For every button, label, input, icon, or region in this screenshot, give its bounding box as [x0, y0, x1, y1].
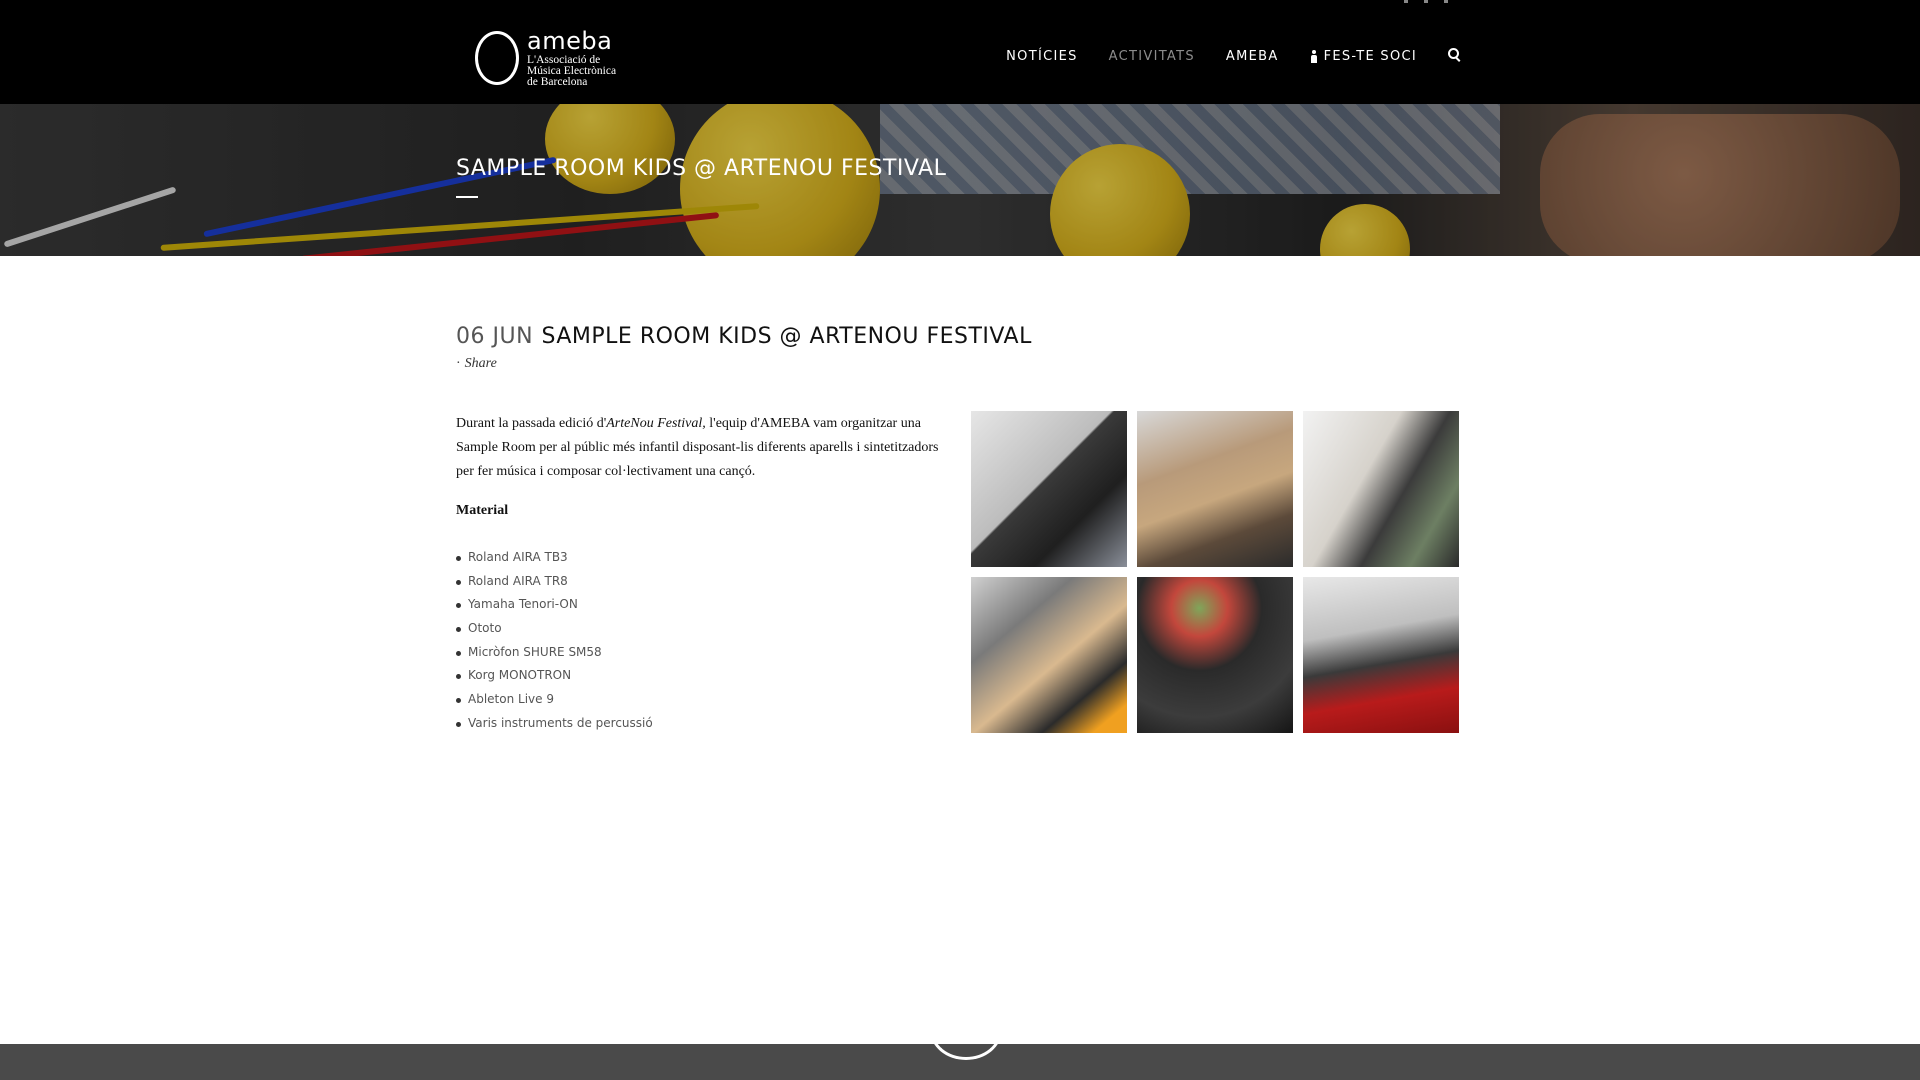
search-button[interactable] [1448, 48, 1461, 65]
nav-item-label: FES-TE SOCI [1323, 49, 1417, 64]
header-social-icons [1404, 0, 1448, 3]
list-item: Ototo [456, 617, 653, 641]
list-item: Korg MONOTRON [456, 664, 653, 688]
post-date: 06 JUN [456, 324, 534, 349]
hero-title: SAMPLE ROOM KIDS @ ARTENOU FESTIVAL [456, 156, 947, 181]
hero-banner: SAMPLE ROOM KIDS @ ARTENOU FESTIVAL [0, 104, 1920, 256]
material-heading: Material [456, 503, 509, 518]
nav-item-fes-te-soci[interactable]: FES-TE SOCI [1310, 49, 1417, 64]
hero-overlay [0, 104, 1920, 256]
site-logo[interactable]: ameba L'Associació de Música Electrònica… [475, 26, 645, 90]
logo-subtitle-line: Música Electrònica [527, 64, 617, 77]
post-intro: Durant la passada edició d'ArteNou Festi… [456, 412, 946, 484]
list-item: Roland AIRA TB3 [456, 546, 653, 570]
gallery-thumbnail[interactable] [1303, 411, 1459, 567]
list-item: Roland AIRA TR8 [456, 570, 653, 594]
gallery-thumbnail[interactable] [1137, 411, 1293, 567]
logo-name: ameba [527, 26, 613, 55]
list-item: Ableton Live 9 [456, 688, 653, 712]
share-label: Share [464, 356, 497, 371]
post-heading: 06 JUN SAMPLE ROOM KIDS @ ARTENOU FESTIV… [456, 324, 1032, 349]
search-icon [1448, 48, 1461, 61]
social-icon[interactable] [1444, 0, 1448, 3]
footer-logo-icon[interactable] [930, 1000, 1002, 1060]
logo-subtitle-line: de Barcelona [527, 75, 588, 88]
logo-ring-icon [475, 31, 519, 85]
bullet-icon: · [456, 356, 461, 371]
photo-gallery [971, 411, 1459, 733]
intro-text: Durant la passada edició d' [456, 416, 607, 431]
gallery-thumbnail[interactable] [1137, 577, 1293, 733]
intro-festival-name: ArteNou Festival, [606, 416, 706, 431]
logo-text: ameba L'Associació de Música Electrònica… [527, 29, 616, 88]
logo-subtitle-line: L'Associació de [527, 53, 601, 66]
nav-item-ameba[interactable]: AMEBA [1226, 49, 1279, 64]
list-item: Yamaha Tenori-ON [456, 593, 653, 617]
social-icon[interactable] [1424, 0, 1428, 3]
gallery-thumbnail[interactable] [1303, 577, 1459, 733]
nav-item-noticies[interactable]: NOTÍCIES [1006, 49, 1078, 64]
material-list: Roland AIRA TB3 Roland AIRA TR8 Yamaha T… [456, 546, 653, 736]
list-item: Varis instruments de percussió [456, 712, 653, 736]
site-header: ameba L'Associació de Música Electrònica… [0, 0, 1920, 104]
social-icon[interactable] [1404, 0, 1408, 3]
main-nav: NOTÍCIES ACTIVITATS AMEBA FES-TE SOCI [1006, 48, 1461, 65]
list-item: Micròfon SHURE SM58 [456, 641, 653, 665]
person-icon [1310, 50, 1318, 63]
nav-item-activitats[interactable]: ACTIVITATS [1109, 49, 1195, 64]
share-link[interactable]: · Share [456, 356, 497, 372]
hero-title-underline [456, 196, 478, 198]
post-title: SAMPLE ROOM KIDS @ ARTENOU FESTIVAL [541, 324, 1032, 349]
gallery-thumbnail[interactable] [971, 577, 1127, 733]
gallery-thumbnail[interactable] [971, 411, 1127, 567]
